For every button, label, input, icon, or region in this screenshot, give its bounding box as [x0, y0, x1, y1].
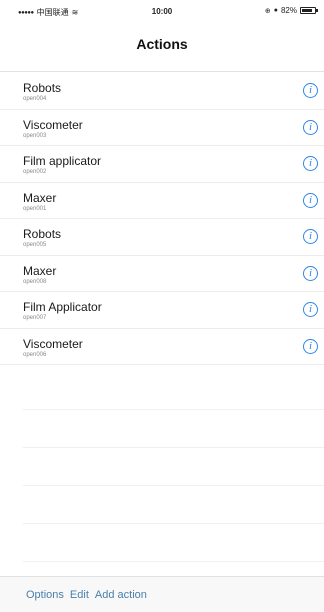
- info-icon[interactable]: i: [303, 265, 318, 281]
- list-item-title: Robots: [23, 81, 62, 95]
- list-item[interactable]: Robots open005 i: [0, 219, 324, 256]
- info-icon[interactable]: i: [303, 338, 318, 354]
- alarm-icon: ●: [273, 7, 278, 14]
- list-item-subtitle: open003: [23, 132, 47, 139]
- list-item[interactable]: Maxer open001 i: [0, 183, 324, 219]
- list-item[interactable]: Maxer open008 i: [0, 256, 324, 292]
- battery-percent: 82%: [280, 6, 297, 15]
- list-item-subtitle: open006: [23, 351, 47, 358]
- list-item-subtitle: open008: [23, 278, 47, 285]
- list-item-subtitle: open007: [23, 315, 47, 321]
- info-icon[interactable]: i: [303, 119, 318, 135]
- options-button[interactable]: Options: [26, 589, 64, 601]
- toolbar-items: Options Edit Add action: [26, 589, 147, 601]
- empty-row-separator: [23, 486, 324, 524]
- list-item-title: Film Applicator: [23, 300, 102, 314]
- navigation-bar: Actions: [0, 20, 324, 72]
- info-icon[interactable]: i: [303, 229, 318, 244]
- list-item-subtitle: open001: [23, 205, 47, 212]
- status-right: ⊕ ● 82%: [264, 6, 318, 15]
- actions-screen: ●●●●● 中国联通 ≋ 10:00 ⊕ ● 82% Actions Robot…: [0, 0, 324, 612]
- empty-row-separator: [23, 524, 324, 562]
- list-item-title: Viscometer: [23, 117, 83, 132]
- bottom-toolbar: Options Edit Add action: [0, 576, 324, 612]
- list-item-title: Robots: [23, 227, 62, 241]
- page-title: Actions: [136, 36, 188, 52]
- list-item-title: Maxer: [23, 263, 57, 278]
- info-icon[interactable]: i: [303, 83, 318, 98]
- info-icon[interactable]: i: [303, 192, 318, 208]
- empty-row-separator: [23, 448, 324, 486]
- add-action-button[interactable]: Add action: [95, 589, 147, 601]
- list-item-title: Film applicator: [23, 154, 102, 168]
- edit-button[interactable]: Edit: [70, 589, 89, 601]
- info-icon[interactable]: i: [303, 302, 318, 317]
- actions-list: Robots open004 i Viscometer open003 i Fi…: [0, 73, 324, 365]
- location-icon: ⊕: [264, 7, 271, 15]
- list-item[interactable]: Film applicator open002 i: [0, 146, 324, 183]
- list-item-subtitle: open004: [23, 96, 47, 102]
- battery-icon: [300, 7, 318, 14]
- list-item-subtitle: open002: [23, 169, 47, 175]
- list-item[interactable]: Film Applicator open007 i: [0, 292, 324, 329]
- status-bar: ●●●●● 中国联通 ≋ 10:00 ⊕ ● 82%: [0, 0, 324, 20]
- empty-row-separator: [23, 410, 324, 448]
- list-item-subtitle: open005: [23, 242, 47, 248]
- info-icon[interactable]: i: [303, 156, 318, 171]
- list-item[interactable]: Viscometer open003 i: [0, 110, 324, 146]
- list-item-title: Viscometer: [23, 336, 83, 351]
- list-item[interactable]: Robots open004 i: [0, 73, 324, 110]
- empty-row-separator: [23, 372, 324, 410]
- list-item-title: Maxer: [23, 190, 57, 205]
- empty-rows: [23, 372, 324, 562]
- list-item[interactable]: Viscometer open006 i: [0, 329, 324, 365]
